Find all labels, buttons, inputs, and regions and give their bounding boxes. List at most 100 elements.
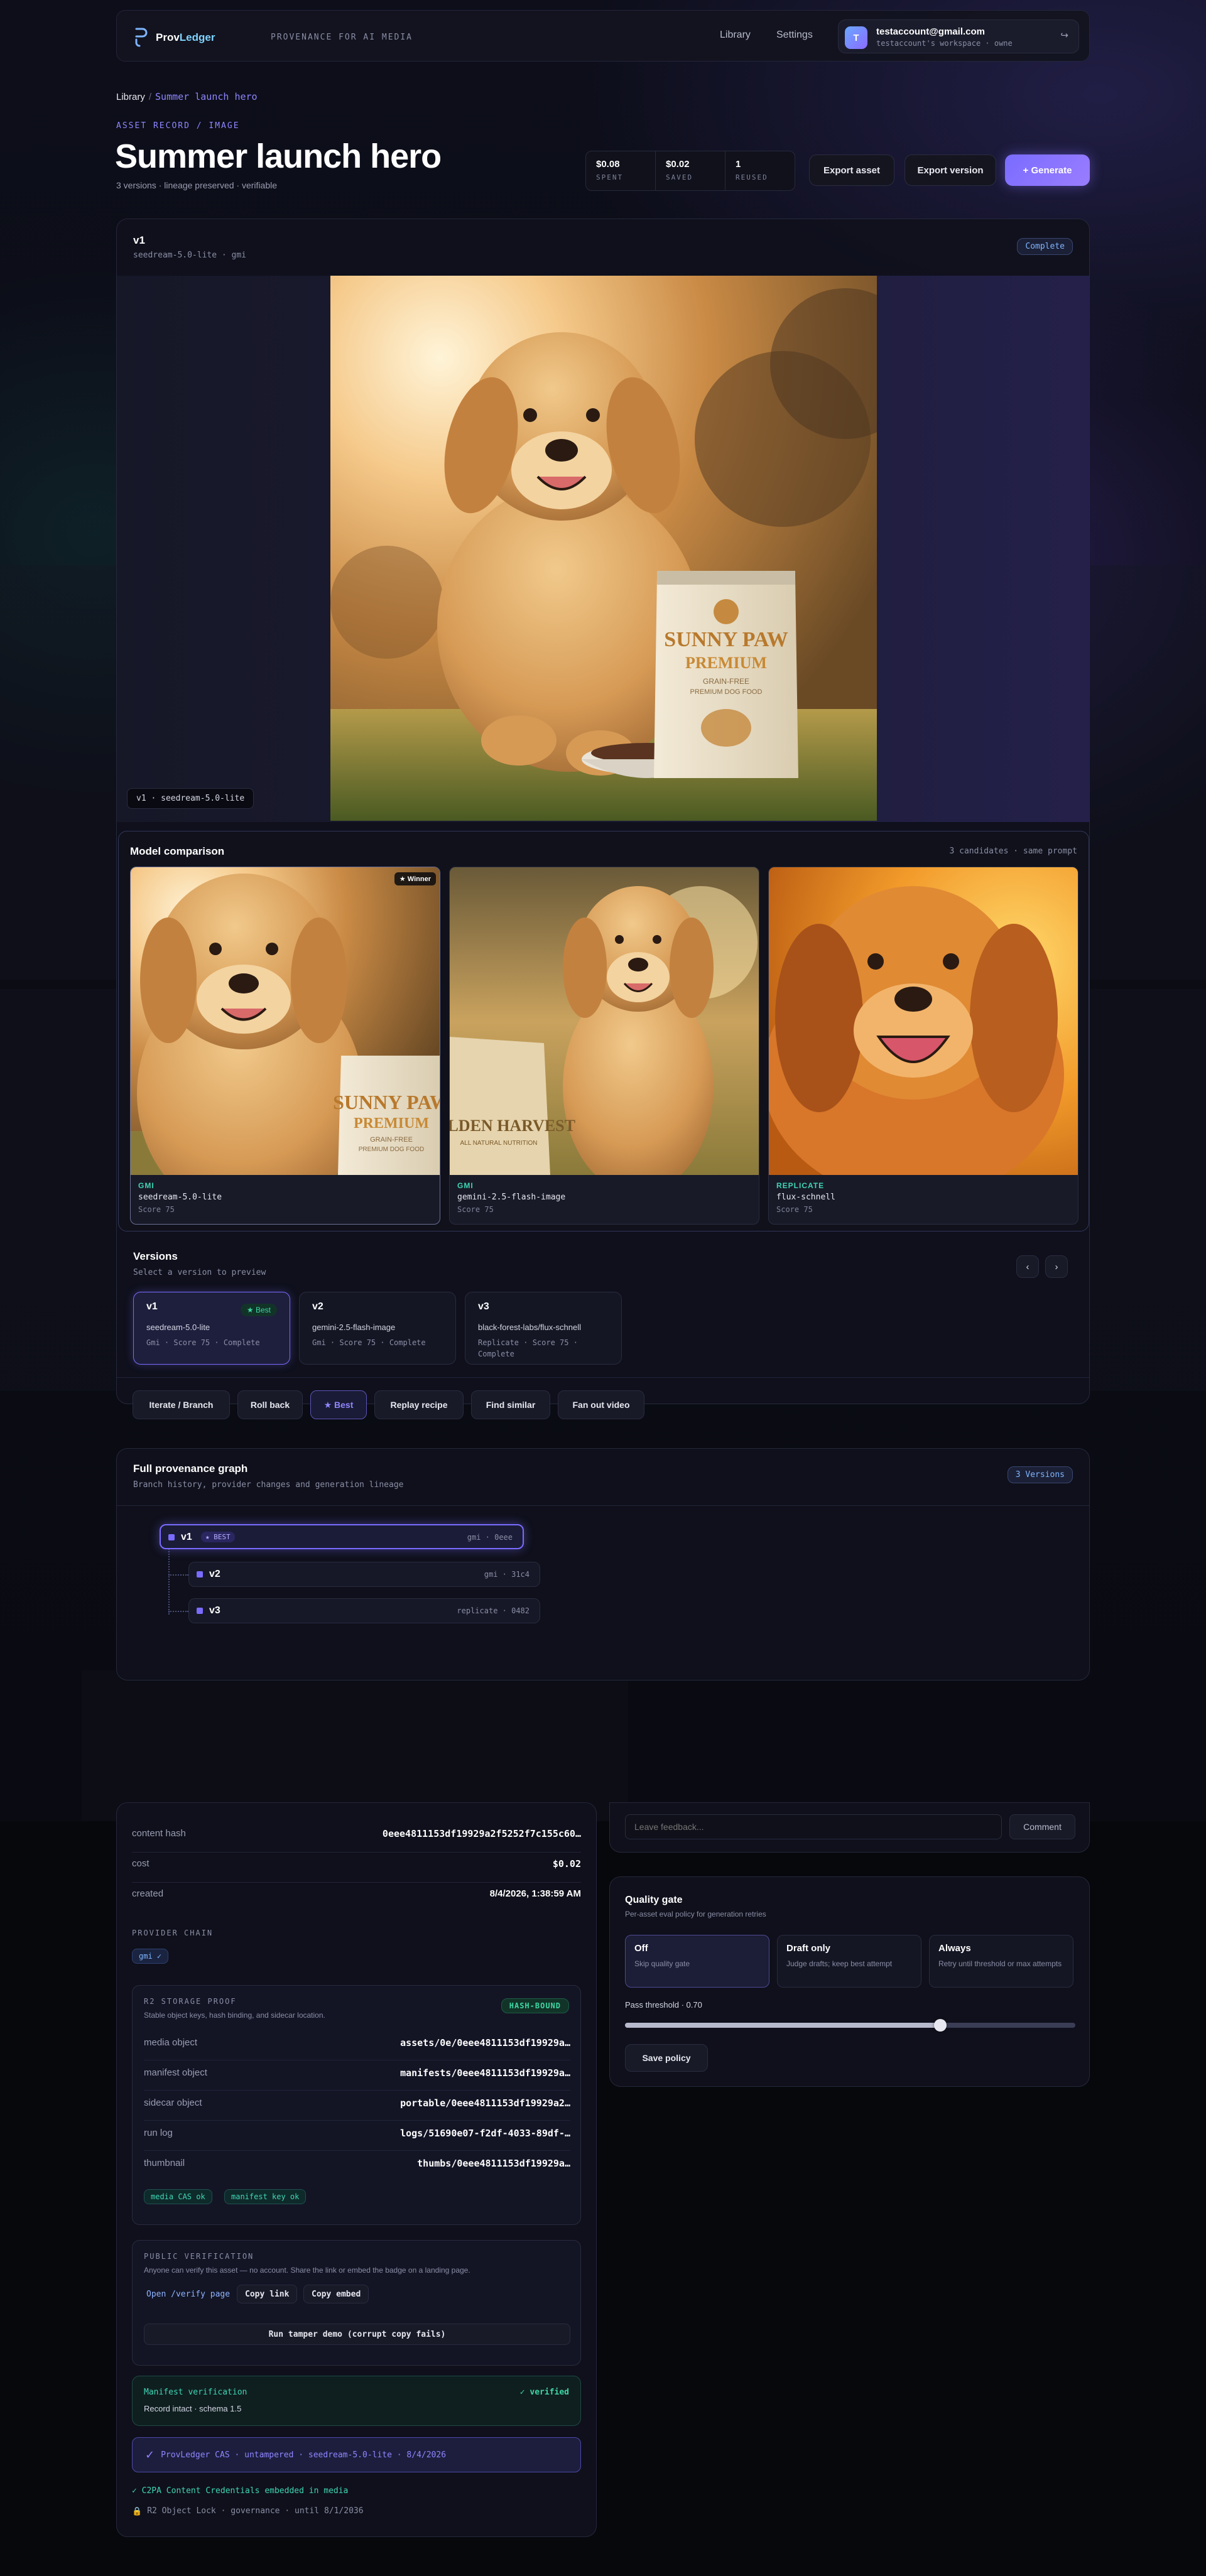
- public-verification-card: PUBLIC VERIFICATION Anyone can verify th…: [132, 2240, 581, 2366]
- breadcrumb: Library / Summer launch hero: [116, 91, 258, 102]
- node-dot: [168, 1534, 175, 1540]
- replay-recipe-button[interactable]: Replay recipe: [374, 1390, 464, 1419]
- iterate-branch-button[interactable]: Iterate / Branch: [133, 1390, 230, 1419]
- threshold-label: Pass threshold · 0.70: [625, 2000, 702, 2010]
- stat-reused: 1 REUSED: [736, 159, 768, 181]
- threshold-slider[interactable]: [625, 2019, 1075, 2032]
- version-tile[interactable]: v2 gemini-2.5-flash-image Gmi · Score 75…: [299, 1292, 456, 1365]
- version-tile[interactable]: v1 ★ Best seedream-5.0-lite Gmi · Score …: [133, 1292, 290, 1365]
- open-verify-link[interactable]: Open /verify page: [139, 2285, 237, 2303]
- candidate-card[interactable]: SUNNY PAW PREMIUM GRAIN-FREE PREMIUM DOG…: [130, 867, 440, 1225]
- comment-card: Comment: [609, 1802, 1090, 1853]
- provenance-node-v3[interactable]: v3 replicate · 0482: [188, 1598, 540, 1623]
- comment-button[interactable]: Comment: [1009, 1814, 1075, 1839]
- candidate-provider: REPLICATE: [776, 1181, 825, 1190]
- asset-details-card: content hash 0eee4811153df19929a2f5252f7c…: [116, 1802, 597, 2537]
- next-version-button[interactable]: ›: [1045, 1255, 1068, 1278]
- svg-text:PREMIUM DOG FOOD: PREMIUM DOG FOOD: [359, 1146, 424, 1153]
- copy-embed-button[interactable]: Copy embed: [303, 2285, 369, 2303]
- gate-option-off[interactable]: Off Skip quality gate: [625, 1935, 769, 1988]
- avatar: T: [845, 26, 867, 49]
- prev-version-button[interactable]: ‹: [1016, 1255, 1039, 1278]
- fan-out-video-button[interactable]: Fan out video: [558, 1390, 644, 1419]
- storage-proof-card: R2 STORAGE PROOF Stable object keys, has…: [132, 1985, 581, 2225]
- nav-library-link[interactable]: Library: [720, 30, 751, 41]
- provenance-graph-card: Full provenance graph Branch history, pr…: [116, 1448, 1090, 1680]
- hero-bag-premium: PREMIUM: [685, 654, 767, 672]
- provenance-subtitle: Branch history, provider changes and gen…: [133, 1480, 404, 1490]
- page-subtitle: 3 versions · lineage preserved · verifia…: [116, 180, 278, 190]
- account-email: testaccount@gmail.com: [876, 26, 985, 37]
- gate-option-always[interactable]: Always Retry until threshold or max attem…: [929, 1935, 1073, 1988]
- hero-image[interactable]: SUNNY PAW PREMIUM GRAIN-FREE PREMIUM DOG…: [330, 276, 877, 821]
- slider-fill: [625, 2023, 940, 2028]
- svg-text:PREMIUM: PREMIUM: [354, 1115, 429, 1132]
- version-tile[interactable]: v3 black-forest-labs/flux-schnell Replic…: [465, 1292, 622, 1365]
- lineage-branch: [168, 1574, 188, 1576]
- versions-subtitle: Select a version to preview: [133, 1268, 266, 1277]
- provider-chain-label: PROVIDER CHAIN: [132, 1929, 214, 1937]
- quality-gate-card: Quality gate Per-asset eval policy for g…: [609, 1876, 1090, 2087]
- storage-row: thumbnail thumbs/0eee4811153df19929a…: [144, 2158, 570, 2169]
- candidate-image: [769, 867, 1078, 1175]
- svg-text:SUNNY PAW: SUNNY PAW: [333, 1091, 440, 1113]
- copy-link-button[interactable]: Copy link: [237, 2285, 298, 2303]
- tamper-demo-button[interactable]: Run tamper demo (corrupt copy fails): [144, 2324, 570, 2345]
- candidate-provider: GMI: [457, 1181, 474, 1190]
- find-similar-button[interactable]: Find similar: [471, 1390, 550, 1419]
- cas-status-bar: ✓ ProvLedger CAS · untampered · seedream…: [132, 2437, 581, 2472]
- version-model: seedream-5.0-lite · gmi: [133, 251, 247, 260]
- export-asset-button[interactable]: Export asset: [809, 154, 894, 186]
- cost-stats: $0.08 SPENT $0.02 SAVED 1 REUSED: [585, 151, 795, 191]
- candidate-score: Score 75: [776, 1205, 813, 1214]
- c2pa-status: ✓ C2PA Content Credentials embedded in m…: [132, 2486, 349, 2496]
- stat-spent: $0.08 SPENT: [586, 151, 656, 190]
- media-cas-chip: media CAS ok: [144, 2189, 212, 2204]
- model-comparison-card: Model comparison 3 candidates · same pro…: [118, 831, 1089, 1231]
- logo-icon: [134, 27, 148, 48]
- asset-type-eyebrow: ASSET RECORD / IMAGE: [116, 121, 240, 131]
- candidate-provider: GMI: [138, 1181, 155, 1190]
- check-icon: ✓: [145, 2448, 155, 2461]
- manifest-title: Manifest verification: [144, 2388, 247, 2397]
- page-title: Summer launch hero: [115, 138, 442, 175]
- version-viewer-card: v1 seedream-5.0-lite · gmi Complete SUNN…: [116, 219, 1090, 1404]
- candidate-image: GOLDEN HARVEST ALL NATURAL NUTRITION: [450, 867, 759, 1175]
- breadcrumb-library[interactable]: Library: [116, 92, 145, 102]
- winner-badge: ★ Winner: [394, 872, 436, 885]
- roll-back-button[interactable]: Roll back: [237, 1390, 303, 1419]
- candidate-score: Score 75: [138, 1205, 175, 1214]
- slider-thumb[interactable]: [933, 2019, 947, 2032]
- provider-chain-chip: gmi ✓: [132, 1949, 169, 1964]
- nav-settings-link[interactable]: Settings: [776, 30, 813, 41]
- candidate-card[interactable]: REPLICATE flux-schnell Score 75: [768, 867, 1078, 1225]
- status-badge: Complete: [1017, 238, 1073, 255]
- manifest-verification-card: Manifest verification ✓ verified Record …: [132, 2376, 581, 2426]
- brand-name: ProvLedger: [156, 31, 215, 43]
- candidate-card[interactable]: GOLDEN HARVEST ALL NATURAL NUTRITION GMI…: [449, 867, 759, 1225]
- generate-button[interactable]: + Generate: [1005, 154, 1090, 186]
- quality-gate-subtitle: Per-asset eval policy for generation ret…: [625, 1910, 766, 1918]
- export-version-button[interactable]: Export version: [905, 154, 996, 186]
- account-menu[interactable]: T testaccount@gmail.com testaccount's wo…: [838, 19, 1079, 53]
- best-toggle-button[interactable]: ★ Best: [310, 1390, 367, 1419]
- provenance-title: Full provenance graph: [133, 1463, 248, 1475]
- brand-logo[interactable]: ProvLedger: [134, 27, 215, 48]
- comparison-meta: 3 candidates · same prompt: [949, 847, 1078, 856]
- provenance-node-v1[interactable]: v1 ★ BEST gmi · 0eee: [160, 1524, 524, 1549]
- manifest-key-chip: manifest key ok: [224, 2189, 307, 2204]
- node-dot: [197, 1608, 203, 1614]
- verified-badge: ✓ verified: [519, 2388, 569, 2397]
- hash-bound-badge: HASH-BOUND: [501, 1998, 569, 2013]
- logout-icon[interactable]: ↪: [1060, 30, 1068, 41]
- candidate-image: SUNNY PAW PREMIUM GRAIN-FREE PREMIUM DOG…: [131, 867, 440, 1175]
- feedback-input[interactable]: [625, 1814, 1002, 1839]
- gate-option-draft-only[interactable]: Draft only Judge drafts; keep best attemp…: [777, 1935, 921, 1988]
- detail-row-content-hash: content hash 0eee4811153df19929a2f5252f7c…: [132, 1828, 581, 1839]
- provenance-node-v2[interactable]: v2 gmi · 31c4: [188, 1562, 540, 1587]
- quality-gate-title: Quality gate: [625, 1895, 683, 1905]
- save-policy-button[interactable]: Save policy: [625, 2044, 708, 2072]
- preview-area: SUNNY PAW PREMIUM GRAIN-FREE PREMIUM DOG…: [117, 276, 1089, 822]
- candidate-model: flux-schnell: [776, 1193, 835, 1202]
- versions-title: Versions: [133, 1250, 178, 1262]
